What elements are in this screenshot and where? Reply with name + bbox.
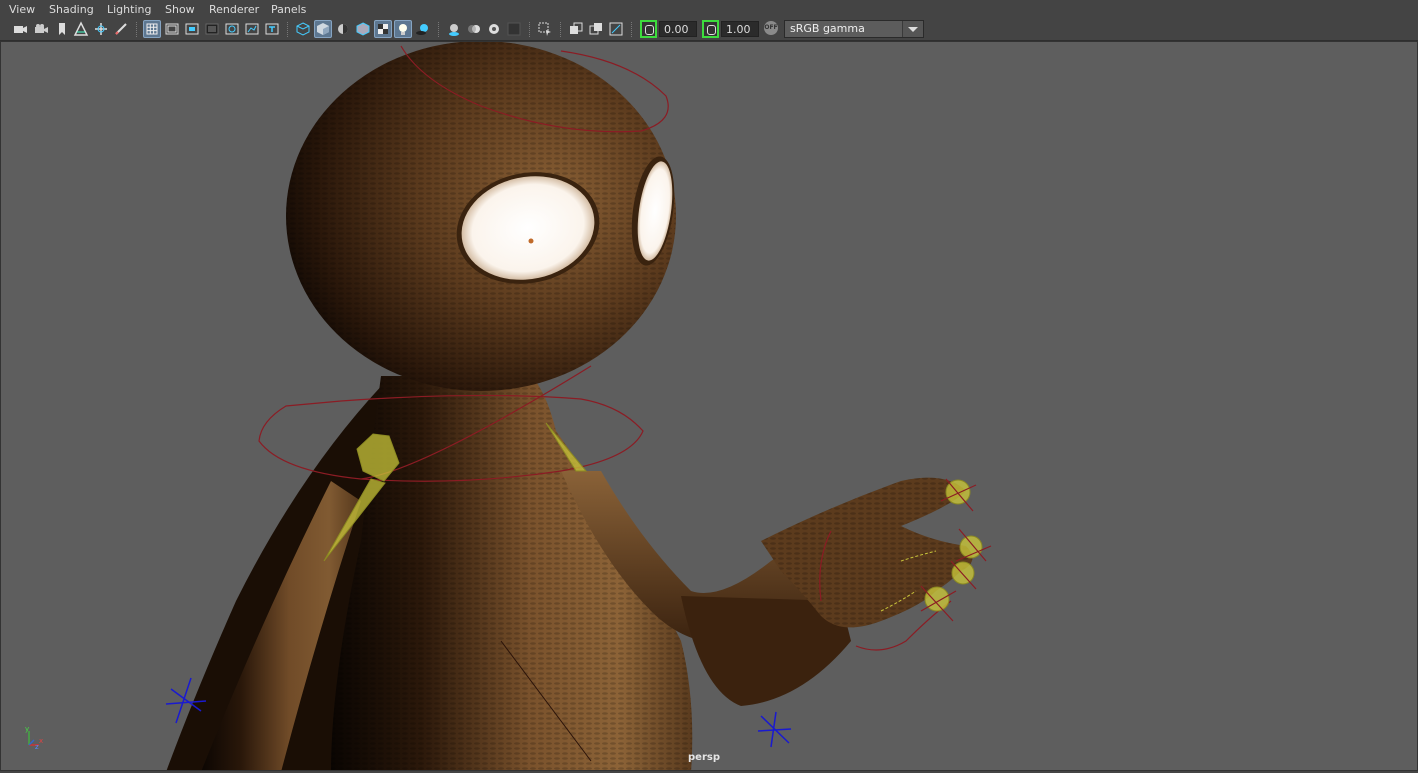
lock-camera-icon[interactable] [32,20,50,38]
motion-blur-icon[interactable] [465,20,483,38]
depth-of-field-icon[interactable] [505,20,523,38]
select-camera-icon[interactable] [11,20,29,38]
2d-pan-zoom-icon[interactable] [92,20,110,38]
isolate-select-icon[interactable] [536,20,554,38]
resolution-gate-icon[interactable] [183,20,201,38]
scene-render: y x z [25,42,992,770]
panel-menu-bar: View Shading Lighting Show Renderer Pane… [0,0,1418,20]
gamma-field[interactable]: 1.00 [721,21,759,37]
shadows-icon[interactable] [414,20,432,38]
view-transform-value: sRGB gamma [790,22,865,35]
menu-panels[interactable]: Panels [271,3,306,16]
exposure-toggle-icon[interactable] [640,20,657,38]
textured-icon[interactable] [374,20,392,38]
axis-y-label: y [25,725,29,733]
menu-renderer[interactable]: Renderer [209,3,259,16]
toolbar-separator [438,22,441,37]
toolbar-separator [631,22,634,37]
light-locator-right [757,711,792,748]
use-all-lights-icon[interactable] [394,20,412,38]
exposure-field[interactable]: 0.00 [659,21,697,37]
chevron-down-icon[interactable] [902,21,923,37]
bookmark-icon[interactable] [53,20,71,38]
axis-triad: y x z [25,725,43,751]
image-plane-icon[interactable] [72,20,90,38]
default-material-icon[interactable] [334,20,352,38]
toolbar-separator [287,22,290,37]
grease-pencil-icon[interactable] [112,20,130,38]
toolbar-separator [529,22,532,37]
multisample-aa-icon[interactable] [485,20,503,38]
camera-name-label: persp [688,752,720,763]
toolbar-separator [560,22,563,37]
xray-components-icon[interactable] [607,20,625,38]
menu-show[interactable]: Show [165,3,195,16]
panel-toolbar: 0.00 1.00 OFF sRGB gamma [0,19,1418,41]
gate-mask-icon[interactable] [203,20,221,38]
xray-joints-icon[interactable] [587,20,605,38]
film-gate-icon[interactable] [163,20,181,38]
wireframe-on-shaded-icon[interactable] [354,20,372,38]
view-transform-dropdown[interactable]: sRGB gamma [784,20,924,38]
axis-x-label: x [39,737,43,745]
wireframe-icon[interactable] [294,20,312,38]
safe-action-icon[interactable] [243,20,261,38]
xray-icon[interactable] [567,20,585,38]
field-chart-icon[interactable] [223,20,241,38]
grid-icon[interactable] [143,20,161,38]
safe-title-icon[interactable] [263,20,281,38]
menu-view[interactable]: View [9,3,35,16]
smooth-shade-icon[interactable] [314,20,332,38]
menu-lighting[interactable]: Lighting [107,3,151,16]
3d-viewport[interactable]: y x z [0,41,1418,771]
screen-space-ao-icon[interactable] [445,20,463,38]
gamma-toggle-icon[interactable] [702,20,719,38]
menu-shading[interactable]: Shading [49,3,94,16]
toolbar-separator [136,22,139,37]
axis-z-label: z [35,743,39,751]
color-management-toggle-icon[interactable]: OFF [764,21,778,35]
